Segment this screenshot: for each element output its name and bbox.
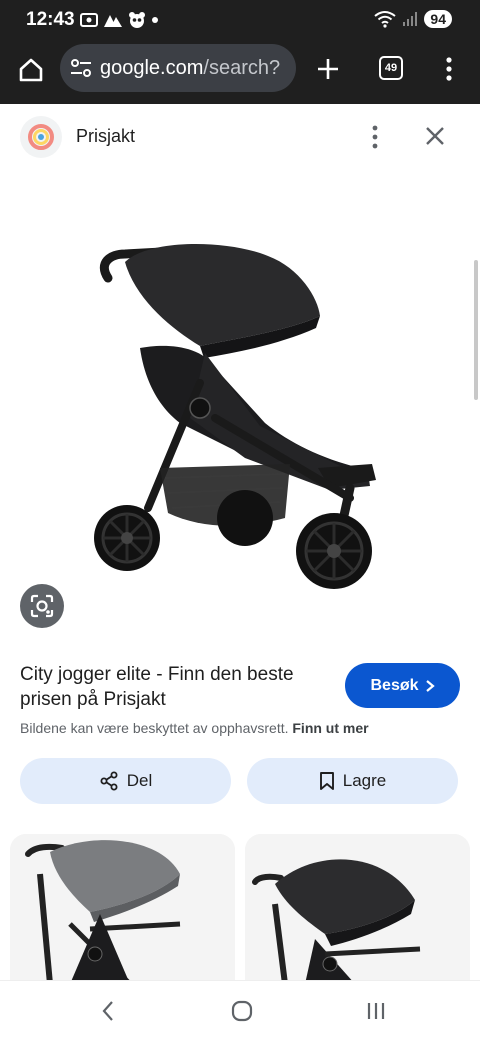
nav-home-button[interactable] <box>222 995 262 1027</box>
related-image-card[interactable] <box>10 834 235 984</box>
status-time: 12:43 <box>26 9 75 30</box>
related-stroller-image <box>10 834 235 984</box>
more-vert-icon[interactable] <box>439 56 459 82</box>
image-source-header: Prisjakt <box>0 104 480 168</box>
url-path: /search? <box>203 57 281 79</box>
save-button[interactable]: Lagre <box>247 758 458 804</box>
lens-button[interactable] <box>20 584 64 628</box>
notification-icons <box>80 11 159 29</box>
address-bar[interactable]: google.com/search? <box>60 44 296 92</box>
nav-recents-button[interactable] <box>356 995 396 1027</box>
prisjakt-logo-mark <box>28 124 54 150</box>
stroller-image[interactable] <box>0 168 480 644</box>
prisjakt-logo <box>20 116 62 158</box>
plus-icon[interactable] <box>315 56 341 82</box>
back-icon <box>102 1001 113 1021</box>
home-nav-icon <box>231 1000 253 1022</box>
result-title[interactable]: City jogger elite - Finn den beste prise… <box>20 662 340 712</box>
screenshot-notification-icon <box>80 13 98 27</box>
learn-more-link[interactable]: Finn ut mer <box>292 720 368 736</box>
url-host: google.com <box>100 57 204 79</box>
source-name[interactable]: Prisjakt <box>76 126 135 147</box>
browser-toolbar: google.com/search? 49 <box>0 40 480 104</box>
triangle-notification-icon <box>104 15 122 27</box>
lens-icon <box>30 594 54 618</box>
dot-notification-icon <box>152 17 158 23</box>
home-icon[interactable] <box>17 56 45 84</box>
visit-label: Besøk <box>370 676 419 694</box>
tab-count: 49 <box>384 62 398 74</box>
close-icon[interactable] <box>424 125 446 147</box>
nav-back-button[interactable] <box>88 995 128 1027</box>
tune-icon[interactable] <box>70 58 92 78</box>
related-image-card[interactable] <box>245 834 470 984</box>
recents-icon <box>367 1003 385 1019</box>
tab-switcher-button[interactable]: 49 <box>379 56 403 80</box>
system-navigation-bar <box>0 980 480 1040</box>
copyright-text: Bildene kan være beskyttet av opphavsret… <box>20 720 289 736</box>
status-bar: 12:43 94 <box>0 0 480 40</box>
signal-icon <box>403 12 418 26</box>
wifi-icon <box>374 11 397 28</box>
chevron-right-icon <box>425 679 435 692</box>
battery-indicator: 94 <box>424 10 452 28</box>
panda-notification-icon <box>129 12 145 28</box>
visit-button[interactable]: Besøk <box>345 663 460 708</box>
share-button[interactable]: Del <box>20 758 231 804</box>
copyright-notice: Bildene kan være beskyttet av opphavsret… <box>20 720 369 736</box>
bookmark-icon <box>319 772 334 790</box>
share-icon <box>100 771 118 791</box>
share-label: Del <box>126 771 153 790</box>
url-text: google.com/search? <box>100 57 280 80</box>
more-vert-icon[interactable] <box>365 124 385 150</box>
system-icons: 94 <box>374 10 452 28</box>
save-label: Lagre <box>342 771 387 790</box>
related-stroller-image <box>245 834 470 984</box>
